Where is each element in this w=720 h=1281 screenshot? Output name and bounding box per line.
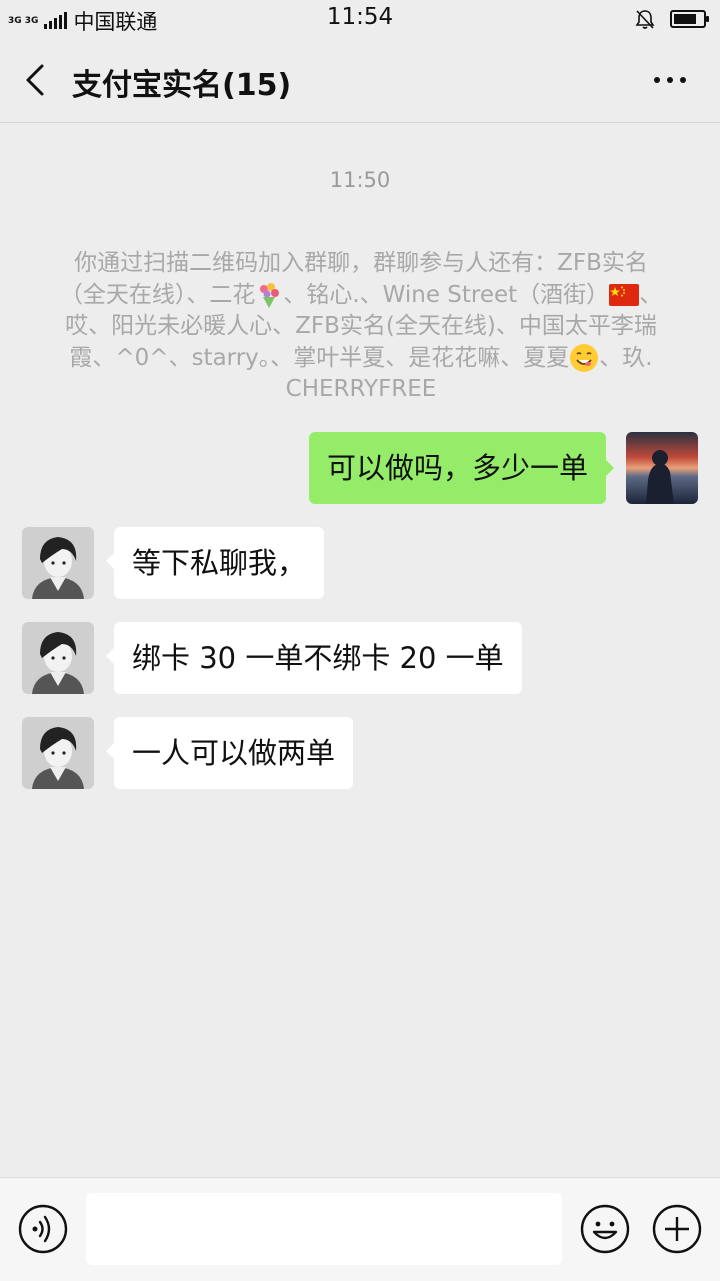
message-timestamp: 11:50 (329, 168, 391, 192)
avatar-image (22, 527, 94, 599)
voice-icon (32, 1215, 51, 1243)
avatar-image (22, 717, 94, 789)
smile-emoji-icon (570, 344, 599, 372)
emoji-button[interactable] (580, 1204, 630, 1254)
battery-icon (670, 10, 709, 28)
system-message-text: 、铭心.、Wine Street（酒街） (283, 281, 610, 308)
chat-title: 支付宝实名(15) (72, 68, 292, 103)
avatar-contact[interactable] (22, 527, 94, 599)
plus-button[interactable] (652, 1204, 702, 1254)
message-bubble-incoming[interactable]: 绑卡 30 一单不绑卡 20 一单 (106, 622, 522, 694)
plus-icon (665, 1217, 689, 1241)
bouquet-emoji-icon (260, 283, 280, 308)
back-button[interactable] (18, 60, 58, 100)
avatar-self[interactable] (626, 432, 698, 504)
bell-muted-icon (635, 10, 655, 29)
message-bubble-incoming[interactable]: 等下私聊我， (105, 527, 325, 599)
avatar-image (22, 622, 94, 694)
status-bar: 3G 3G 中国联通 11:54 (0, 0, 720, 40)
status-right (634, 8, 709, 30)
message-bubble-incoming[interactable]: 一人可以做两单 (105, 717, 354, 789)
avatar-contact[interactable] (22, 622, 94, 694)
more-button[interactable] (650, 70, 690, 90)
message-input[interactable] (86, 1193, 562, 1265)
chevron-left-icon (26, 64, 44, 96)
status-time: 11:54 (326, 4, 394, 30)
system-message: 你通过扫描二维码加入群聊，群聊参与人还有：ZFB实名（全天在线）、二花 、铭心.… (56, 248, 666, 406)
chat-header: 支付宝实名(15) (0, 40, 720, 123)
china-flag-emoji-icon (609, 284, 640, 306)
message-bubble-outgoing[interactable]: 可以做吗，多少一单 (308, 432, 615, 504)
emoji-icon (592, 1221, 618, 1240)
more-dots-icon (654, 77, 686, 83)
input-bar (0, 1177, 720, 1281)
avatar-contact[interactable] (22, 717, 94, 789)
voice-button[interactable] (18, 1204, 68, 1254)
avatar-image (626, 432, 698, 504)
